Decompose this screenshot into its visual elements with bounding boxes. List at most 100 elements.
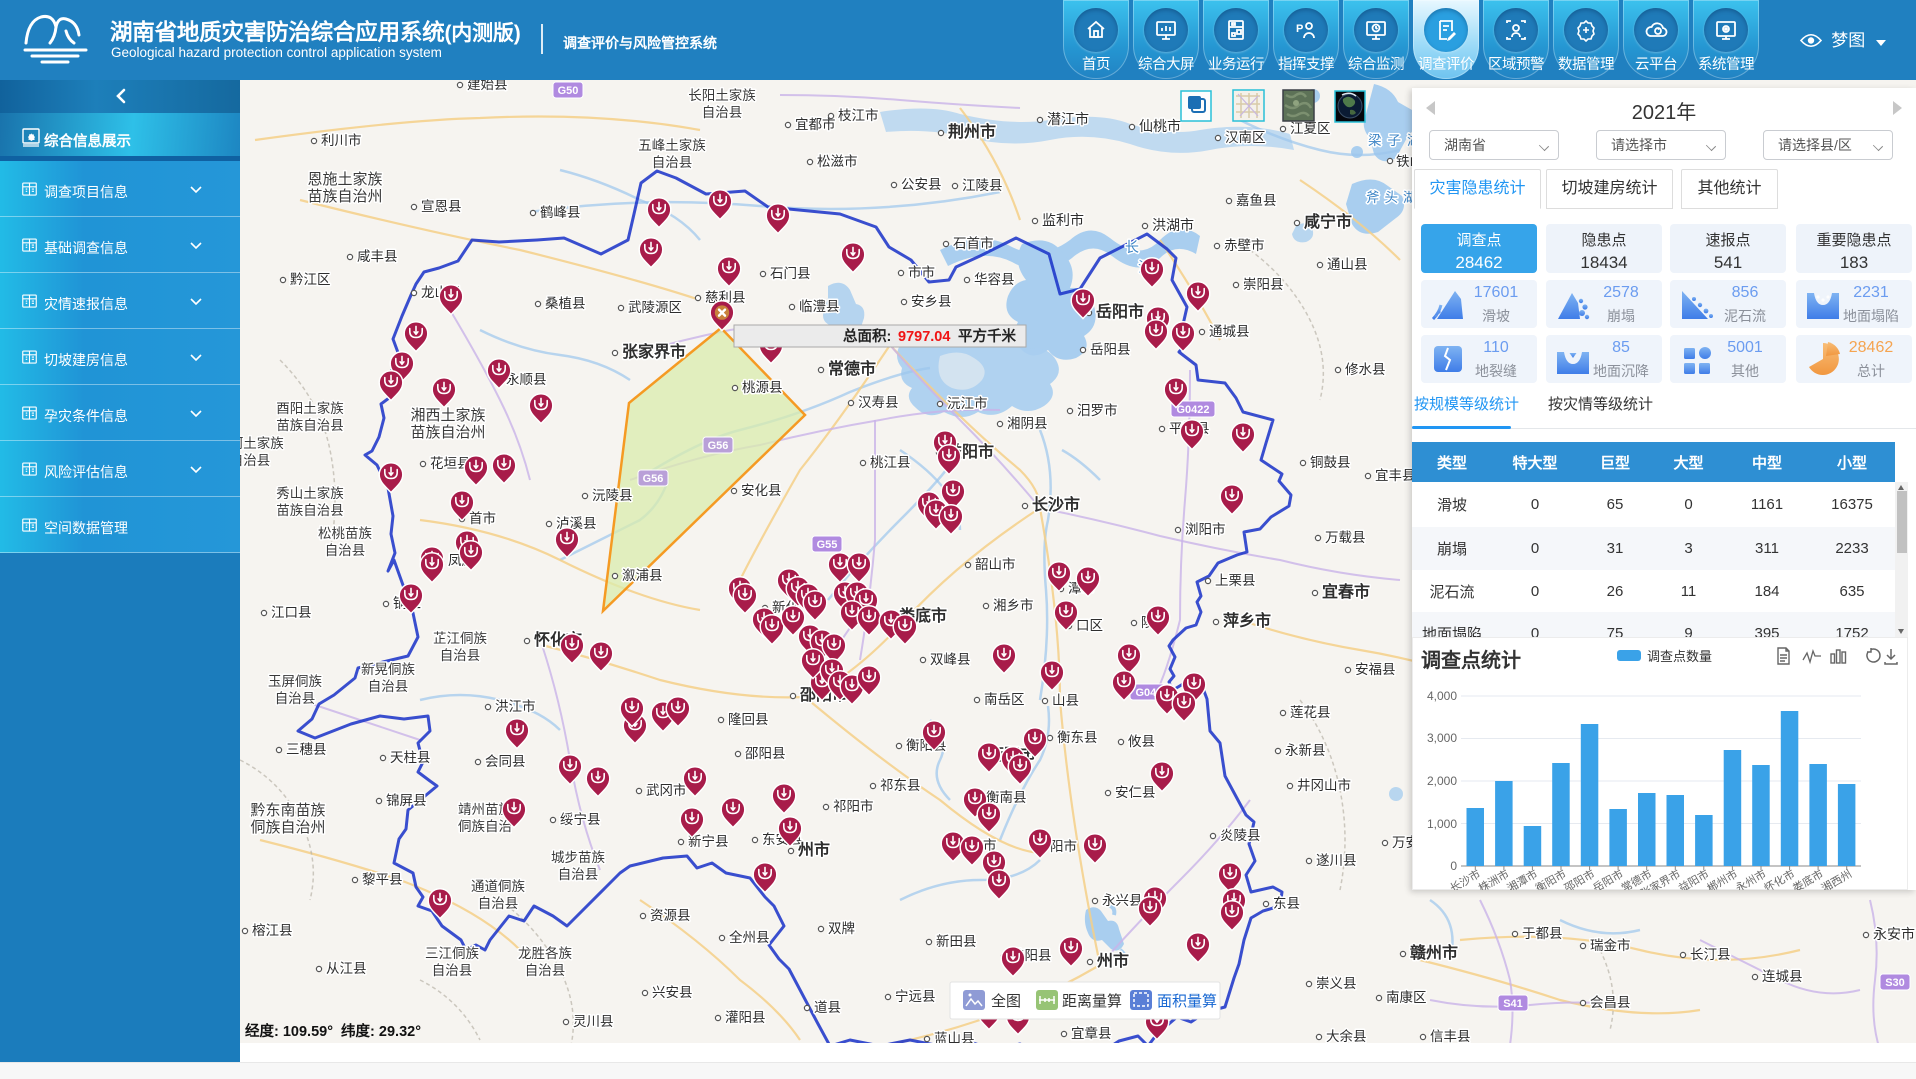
svg-text:首市: 首市 [469, 510, 496, 526]
svg-text:通山县: 通山县 [1327, 257, 1368, 272]
svg-text:湘西土家族: 湘西土家族 [410, 407, 485, 424]
svg-text:洪江市: 洪江市 [495, 698, 536, 714]
svg-text:汉南区: 汉南区 [1225, 130, 1266, 145]
svg-text:石门县: 石门县 [770, 266, 811, 281]
svg-text:咸宁市: 咸宁市 [1304, 212, 1352, 231]
svg-text:酉阳土家族: 酉阳土家族 [276, 400, 344, 416]
svg-text:会同县: 会同县 [485, 754, 526, 769]
svg-text:修水县: 修水县 [1345, 362, 1386, 377]
svg-text:利川市: 利川市 [321, 132, 362, 148]
svg-text:咸丰县: 咸丰县 [357, 249, 398, 264]
svg-text:江陵县: 江陵县 [962, 178, 1003, 193]
svg-text:永兴县: 永兴县 [1102, 893, 1143, 908]
svg-text:安化县: 安化县 [741, 483, 782, 498]
svg-text:经度: 109.59° 纬度: 29.32°: 经度: 109.59° 纬度: 29.32° [245, 1022, 421, 1040]
svg-text:锦屏县: 锦屏县 [386, 793, 427, 808]
svg-text:崇义县: 崇义县 [1316, 976, 1357, 991]
svg-text:松桃苗族: 松桃苗族 [318, 526, 372, 541]
svg-text:铜鼓县: 铜鼓县 [1310, 455, 1351, 470]
svg-text:新田县: 新田县 [936, 934, 977, 949]
svg-text:萍乡市: 萍乡市 [1223, 611, 1271, 630]
svg-text:灵川县: 灵川县 [573, 1014, 614, 1029]
svg-text:石首市: 石首市 [953, 235, 994, 251]
svg-text:口区: 口区 [1076, 618, 1103, 633]
svg-text:于都县: 于都县 [1522, 926, 1563, 941]
svg-text:湘阴县: 湘阴县 [1007, 416, 1048, 431]
svg-text:4,000: 4,000 [1427, 689, 1457, 703]
svg-text:S41: S41 [1503, 998, 1523, 1010]
svg-text:溆浦县: 溆浦县 [622, 568, 663, 583]
svg-text:道县: 道县 [814, 1000, 841, 1015]
svg-text:宁远县: 宁远县 [895, 988, 936, 1004]
svg-text:衡东县: 衡东县 [1057, 730, 1098, 745]
svg-text:江夏区: 江夏区 [1290, 121, 1331, 136]
svg-text:天柱县: 天柱县 [390, 750, 431, 765]
svg-text:从江县: 从江县 [326, 961, 367, 976]
svg-text:连城县: 连城县 [1762, 969, 1803, 984]
svg-text:祁阳市: 祁阳市 [833, 798, 874, 814]
svg-text:安福县: 安福县 [1355, 662, 1396, 677]
svg-text:嘉鱼县: 嘉鱼县 [1236, 192, 1277, 208]
svg-text:潜江市: 潜江市 [1047, 111, 1089, 127]
svg-text:宜春市: 宜春市 [1322, 582, 1370, 601]
svg-text:宜丰县: 宜丰县 [1375, 468, 1416, 483]
svg-text:永新县: 永新县 [1285, 743, 1326, 758]
svg-text:G50: G50 [558, 85, 579, 97]
svg-text:双峰县: 双峰县 [930, 652, 971, 667]
svg-text:距离量算: 距离量算 [1062, 992, 1122, 1010]
svg-text:沅江市: 沅江市 [947, 395, 988, 411]
svg-text:遂川县: 遂川县 [1316, 853, 1357, 868]
svg-text:岳阳市: 岳阳市 [1096, 302, 1144, 321]
svg-text:汉寿县: 汉寿县 [858, 394, 899, 410]
svg-text:沅陵县: 沅陵县 [592, 488, 633, 503]
svg-text:秀山土家族: 秀山土家族 [276, 485, 344, 501]
svg-text:G55: G55 [817, 539, 838, 551]
svg-text:浏阳市: 浏阳市 [1185, 521, 1226, 537]
svg-text:瑞金市: 瑞金市 [1590, 937, 1631, 953]
svg-text:平方千米: 平方千米 [958, 327, 1016, 345]
svg-text:洪湖市: 洪湖市 [1152, 217, 1194, 233]
svg-text:长汀县: 长汀县 [1690, 947, 1731, 962]
svg-text:黎平县: 黎平县 [362, 872, 403, 887]
svg-text:仙桃市: 仙桃市 [1139, 118, 1181, 134]
svg-text:市市: 市市 [908, 264, 935, 280]
svg-text:总面积:: 总面积: [843, 327, 891, 345]
svg-text:武陵源区: 武陵源区 [628, 300, 682, 315]
svg-text:荆州市: 荆州市 [948, 122, 996, 141]
svg-text:南岳区: 南岳区 [984, 692, 1025, 707]
svg-text:苗族自治县: 苗族自治县 [276, 503, 344, 518]
svg-text:1,000: 1,000 [1427, 817, 1457, 831]
svg-text:安乡县: 安乡县 [911, 294, 952, 309]
svg-text:兴安县: 兴安县 [652, 985, 693, 1000]
svg-text:2,000: 2,000 [1427, 774, 1457, 788]
svg-text:大余县: 大余县 [1326, 1028, 1367, 1044]
svg-text:新晃侗族: 新晃侗族 [361, 662, 415, 677]
svg-text:自治县: 自治县 [525, 963, 566, 978]
svg-text:江口县: 江口县 [271, 605, 312, 620]
svg-text:龙胜各族: 龙胜各族 [518, 946, 572, 961]
svg-text:面积量算: 面积量算 [1157, 992, 1217, 1010]
svg-text:鹤峰县: 鹤峰县 [540, 205, 581, 220]
svg-text:湘乡市: 湘乡市 [993, 597, 1034, 613]
svg-text:灌阳县: 灌阳县 [725, 1010, 766, 1025]
svg-text:枝江市: 枝江市 [838, 107, 879, 123]
svg-text:张家界市: 张家界市 [622, 342, 686, 361]
svg-text:莲花县: 莲花县 [1290, 705, 1331, 720]
svg-text:3,000: 3,000 [1427, 731, 1457, 745]
svg-text:五峰土家族: 五峰土家族 [638, 137, 706, 153]
svg-text:赤壁市: 赤壁市 [1224, 237, 1265, 253]
svg-text:0: 0 [1450, 859, 1457, 873]
svg-text:赣州市: 赣州市 [1410, 943, 1458, 962]
svg-text:侗族自治州: 侗族自治州 [250, 819, 325, 836]
svg-text:岳阳县: 岳阳县 [1090, 342, 1131, 357]
svg-text:华容县: 华容县 [974, 271, 1015, 287]
svg-text:P: P [1296, 23, 1303, 35]
svg-text:自治县: 自治县 [478, 896, 519, 911]
svg-text:自治县: 自治县 [702, 105, 743, 120]
svg-text:桃源县: 桃源县 [742, 380, 783, 395]
svg-text:信丰县: 信丰县 [1430, 1029, 1471, 1044]
svg-text:炎陵县: 炎陵县 [1220, 828, 1261, 843]
svg-text:玉屏侗族: 玉屏侗族 [268, 674, 322, 689]
svg-text:恩施土家族: 恩施土家族 [307, 171, 382, 188]
svg-text:南康区: 南康区 [1386, 989, 1427, 1005]
